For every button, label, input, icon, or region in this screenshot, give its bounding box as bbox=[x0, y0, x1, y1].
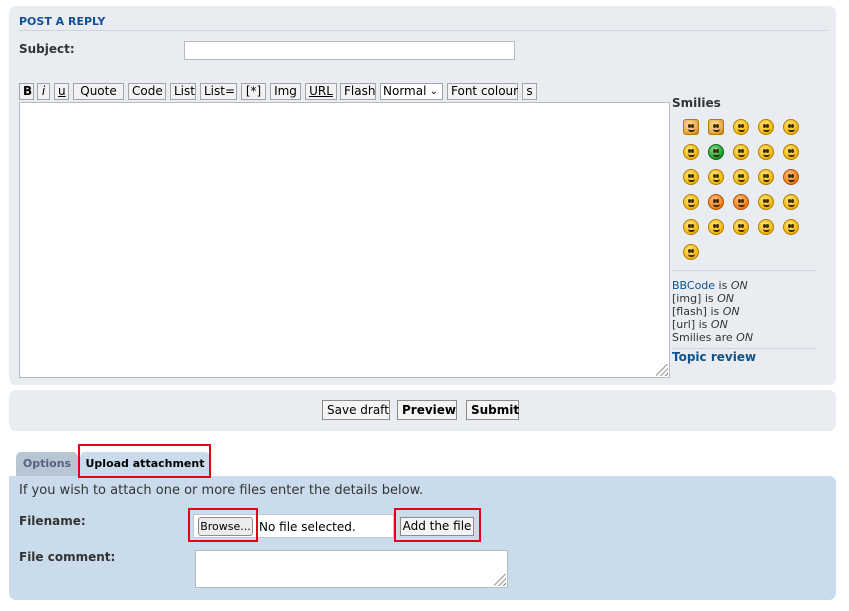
submit-panel: Save draft Preview Submit bbox=[9, 390, 836, 431]
tab-options[interactable]: Options bbox=[16, 452, 78, 476]
evil-smiley-icon[interactable] bbox=[708, 194, 724, 210]
font-colour-button[interactable]: Font colour bbox=[447, 83, 518, 100]
filename-label: Filename: bbox=[19, 514, 86, 528]
twisted-smiley-icon[interactable] bbox=[733, 194, 749, 210]
idea-smiley-icon[interactable] bbox=[708, 219, 724, 235]
flash-status: [flash] is ON bbox=[672, 305, 740, 318]
mad-smiley-icon[interactable] bbox=[733, 169, 749, 185]
file-input-status: No file selected. bbox=[259, 520, 356, 534]
chevron-down-icon: ⌄ bbox=[429, 86, 438, 97]
underline-button[interactable]: u bbox=[54, 83, 69, 100]
flash-button[interactable]: Flash bbox=[340, 83, 376, 100]
topic-review-link[interactable]: Topic review bbox=[672, 350, 756, 364]
strike-button[interactable]: s bbox=[522, 83, 537, 100]
url-status-label: [url] is bbox=[672, 318, 711, 331]
flash-on: ON bbox=[722, 305, 740, 318]
url-button[interactable]: URL bbox=[305, 83, 337, 100]
save-draft-button[interactable]: Save draft bbox=[322, 400, 390, 420]
list-numbered-button[interactable]: List= bbox=[200, 83, 237, 100]
page-title-fragment bbox=[60, 0, 280, 2]
cool-smiley-icon[interactable] bbox=[683, 169, 699, 185]
wink-smiley-icon[interactable] bbox=[783, 119, 799, 135]
code-button[interactable]: Code bbox=[128, 83, 166, 100]
grin-smiley-icon[interactable] bbox=[733, 119, 749, 135]
comment-resize-grip-icon[interactable] bbox=[494, 574, 506, 586]
smile-smiley-icon[interactable] bbox=[758, 119, 774, 135]
flash-status-label: [flash] is bbox=[672, 305, 723, 318]
sidebar-divider bbox=[672, 270, 817, 271]
highlight-upload-tab bbox=[78, 444, 211, 478]
confused-smiley-icon[interactable] bbox=[783, 144, 799, 160]
neutral-smiley-icon[interactable] bbox=[683, 144, 699, 160]
url-on: ON bbox=[710, 318, 728, 331]
sad-smiley-icon[interactable] bbox=[758, 219, 774, 235]
uber-geek-smiley-icon[interactable] bbox=[683, 244, 699, 260]
smilies-status-label: Smilies are bbox=[672, 331, 737, 344]
font-size-value: Normal bbox=[383, 84, 427, 98]
resize-grip-icon[interactable] bbox=[656, 364, 668, 376]
message-textarea[interactable] bbox=[19, 102, 670, 378]
font-size-select[interactable]: Normal ⌄ bbox=[380, 83, 443, 100]
surprised-smiley-icon[interactable] bbox=[733, 144, 749, 160]
italic-button[interactable]: i bbox=[37, 83, 50, 100]
preview-button[interactable]: Preview bbox=[397, 400, 457, 420]
laughing-smiley-icon[interactable] bbox=[708, 169, 724, 185]
sidebar-divider-2 bbox=[672, 348, 817, 349]
green-grin-smiley-icon[interactable] bbox=[708, 144, 724, 160]
smilies-status: Smilies are ON bbox=[672, 331, 753, 344]
razz-smiley-icon[interactable] bbox=[758, 169, 774, 185]
bbcode-status-text: is bbox=[715, 279, 731, 292]
post-heading: POST A REPLY bbox=[19, 15, 827, 31]
exclaim-smiley-icon[interactable] bbox=[783, 194, 799, 210]
bbcode-status: BBCode is ON bbox=[672, 279, 748, 292]
highlight-add-file-button bbox=[394, 508, 481, 542]
subject-label: Subject: bbox=[19, 42, 75, 56]
smilies-on: ON bbox=[736, 331, 754, 344]
bold-button[interactable]: B bbox=[19, 83, 34, 100]
img-on: ON bbox=[717, 292, 735, 305]
question-smiley-icon[interactable] bbox=[683, 219, 699, 235]
geek-smiley-icon[interactable] bbox=[783, 219, 799, 235]
thumbs-up-smiley-icon[interactable] bbox=[683, 119, 699, 135]
submit-button[interactable]: Submit bbox=[466, 400, 519, 420]
img-button[interactable]: Img bbox=[270, 83, 301, 100]
arrow-smiley-icon[interactable] bbox=[733, 219, 749, 235]
highlight-browse-button bbox=[188, 508, 258, 542]
file-comment-textarea[interactable] bbox=[195, 550, 508, 588]
quote-button[interactable]: Quote bbox=[73, 83, 124, 100]
embarrassed-smiley-icon[interactable] bbox=[783, 169, 799, 185]
bbcode-on: ON bbox=[730, 279, 748, 292]
eek-smiley-icon[interactable] bbox=[758, 144, 774, 160]
list-button[interactable]: List bbox=[170, 83, 196, 100]
thumbs-down-smiley-icon[interactable] bbox=[708, 119, 724, 135]
smilies-title: Smilies bbox=[672, 96, 721, 110]
rolleyes-smiley-icon[interactable] bbox=[758, 194, 774, 210]
bbcode-link[interactable]: BBCode bbox=[672, 279, 715, 292]
cry-smiley-icon[interactable] bbox=[683, 194, 699, 210]
file-comment-label: File comment: bbox=[19, 550, 116, 564]
url-status: [url] is ON bbox=[672, 318, 728, 331]
subject-input[interactable] bbox=[184, 41, 515, 60]
list-item-button[interactable]: [*] bbox=[241, 83, 266, 100]
img-status: [img] is ON bbox=[672, 292, 734, 305]
attachment-intro: If you wish to attach one or more files … bbox=[19, 483, 424, 498]
img-status-label: [img] is bbox=[672, 292, 718, 305]
